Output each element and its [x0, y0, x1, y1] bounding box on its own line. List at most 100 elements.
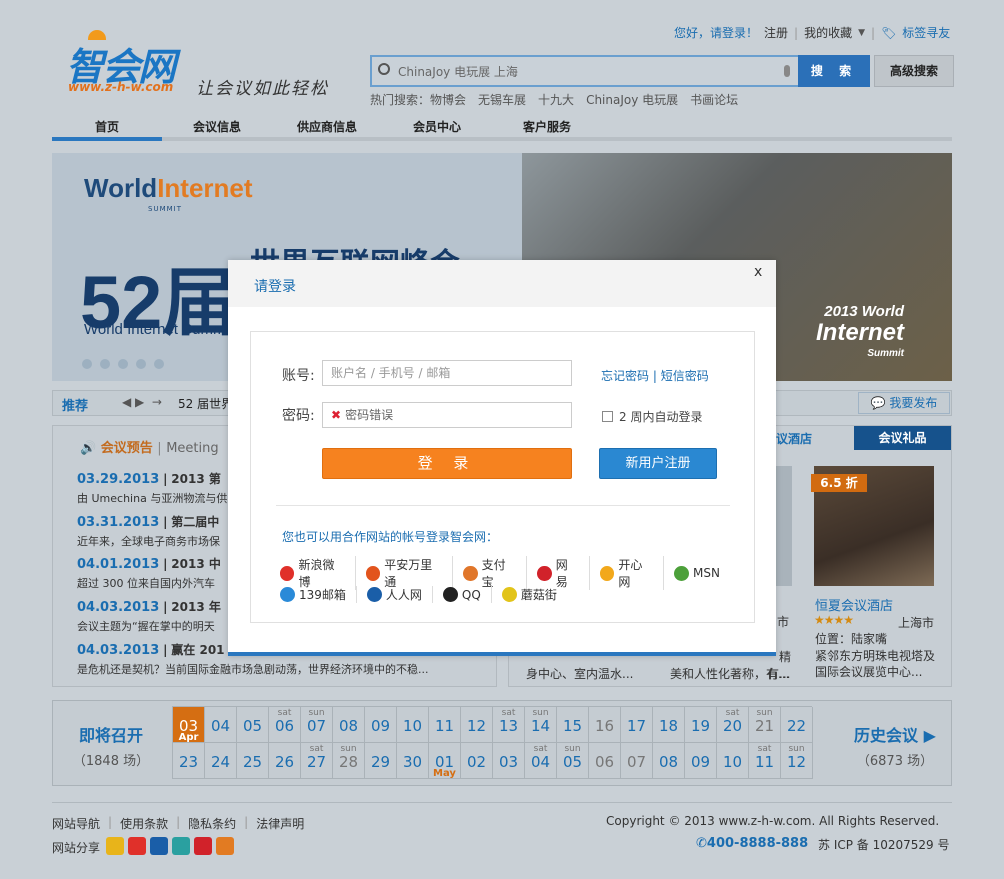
calendar-day[interactable]: sat 27 [301, 743, 333, 779]
account-input[interactable]: 账户名 / 手机号 / 邮箱 [322, 360, 572, 386]
chevron-down-icon[interactable]: ▼ [858, 28, 865, 38]
calendar-day[interactable]: sun 07 [301, 707, 333, 743]
hot-search-item[interactable]: ChinaJoy 电玩展 [586, 91, 678, 108]
calendar-day[interactable]: sun 21 [749, 707, 781, 743]
news-title[interactable]: 2013 中 [171, 557, 221, 571]
partner-login-mail139[interactable]: 139邮箱 [280, 586, 357, 603]
pager-arrows-icon[interactable]: ◀ ▶ → [122, 395, 162, 409]
tab-hotel[interactable]: 议酒店 [776, 430, 812, 447]
calendar-day-today[interactable]: 03 Apr [173, 707, 205, 743]
news-title[interactable]: 第二届中 [171, 515, 219, 529]
calendar-day[interactable]: 02 [461, 743, 493, 779]
kaixin-icon[interactable] [172, 837, 190, 855]
footer-link[interactable]: 隐私条约 [188, 815, 236, 832]
login-button[interactable]: 登 录 [322, 448, 572, 479]
remember-me[interactable]: 2 周内自动登录 [602, 408, 702, 425]
search-input[interactable]: ChinaJoy 电玩展 上海 [370, 55, 800, 87]
news-title[interactable]: 2013 年 [171, 600, 221, 614]
calendar-day[interactable]: 10 [397, 707, 429, 743]
history-block[interactable]: 历史会议 ▶ （6873 场） [840, 722, 950, 769]
partner-login-weibo[interactable]: 新浪微博 [280, 556, 356, 590]
nav-home[interactable]: 首页 [52, 117, 162, 141]
more-share-icon[interactable] [216, 837, 234, 855]
calendar-day[interactable]: 04 [205, 707, 237, 743]
partner-login-pingan[interactable]: 平安万里通 [365, 556, 454, 590]
footer-link[interactable]: 法律声明 [256, 815, 304, 832]
calendar-day[interactable]: sun 14 [525, 707, 557, 743]
calendar-day[interactable]: 03 [493, 743, 525, 779]
calendar-day[interactable]: 12 [461, 707, 493, 743]
recommend-text[interactable]: 52 届世界 [178, 395, 233, 412]
partner-login-netease[interactable]: 网易 [537, 556, 590, 590]
favorites-menu[interactable]: 我的收藏 [804, 24, 852, 41]
register-button[interactable]: 新用户注册 [599, 448, 717, 479]
calendar-day[interactable]: sat 06 [269, 707, 301, 743]
calendar-day[interactable]: sat 04 [525, 743, 557, 779]
qzone-icon[interactable] [106, 837, 124, 855]
calendar-day[interactable]: 09 [365, 707, 397, 743]
calendar-day[interactable]: 24 [205, 743, 237, 779]
carousel-dot[interactable] [136, 359, 146, 369]
nav-service[interactable]: 客户服务 [492, 117, 602, 137]
hot-search-item[interactable]: 十九大 [538, 91, 574, 108]
password-input[interactable]: ✖ 密码错误 [322, 402, 572, 428]
register-link[interactable]: 注册 [764, 24, 788, 41]
bookmark-link[interactable]: 标签寻友 [902, 24, 950, 41]
calendar-day[interactable]: sun 12 [781, 743, 813, 779]
calendar-day[interactable]: 09 [685, 743, 717, 779]
hot-search-item[interactable]: 书画论坛 [690, 91, 738, 108]
hot-search-item[interactable]: 无锡车展 [478, 91, 526, 108]
footer-link[interactable]: 网站导航 [52, 815, 100, 832]
calendar-day[interactable]: 22 [781, 707, 813, 743]
calendar-day[interactable]: 30 [397, 743, 429, 779]
nav-suppliers[interactable]: 供应商信息 [272, 117, 382, 137]
calendar-day[interactable]: 23 [173, 743, 205, 779]
calendar-day[interactable]: 08 [333, 707, 365, 743]
partner-login-qq[interactable]: QQ [442, 586, 492, 603]
calendar-day[interactable]: 11 [429, 707, 461, 743]
close-icon[interactable]: x [754, 264, 762, 280]
news-title[interactable]: 2013 第 [171, 472, 221, 486]
calendar-day[interactable]: sat 20 [717, 707, 749, 743]
nav-members[interactable]: 会员中心 [382, 117, 492, 137]
partner-login-renren[interactable]: 人人网 [366, 586, 433, 603]
hot-search-item[interactable]: 物博会 [430, 93, 466, 107]
carousel-dot[interactable] [118, 359, 128, 369]
advanced-search-button[interactable]: 高级搜索 [874, 55, 954, 87]
renren-icon[interactable] [150, 837, 168, 855]
calendar-day[interactable]: 17 [621, 707, 653, 743]
calendar-day[interactable]: 26 [269, 743, 301, 779]
partner-login-msn[interactable]: MSN [674, 556, 730, 590]
sms-password-link[interactable]: 短信密码 [661, 369, 709, 383]
upcoming-block[interactable]: 即将召开 （1848 场） [66, 722, 156, 769]
calendar-day[interactable]: 06 [589, 743, 621, 779]
calendar-day[interactable]: 19 [685, 707, 717, 743]
calendar-day[interactable]: 01 May [429, 743, 461, 779]
calendar-day[interactable]: 29 [365, 743, 397, 779]
partner-login-mogujie[interactable]: 蘑菇街 [501, 586, 567, 603]
calendar-day[interactable]: 16 [589, 707, 621, 743]
calendar-day[interactable]: 25 [237, 743, 269, 779]
calendar-day[interactable]: 10 [717, 743, 749, 779]
calendar-day[interactable]: 08 [653, 743, 685, 779]
hotel-name[interactable]: 恒夏会议酒店 [815, 595, 893, 614]
forgot-password-link[interactable]: 忘记密码 [601, 369, 649, 383]
footer-link[interactable]: 使用条款 [120, 815, 168, 832]
partner-login-alipay[interactable]: 支付宝 [463, 556, 528, 590]
netease-icon[interactable] [194, 837, 212, 855]
calendar-day[interactable]: sat 13 [493, 707, 525, 743]
carousel-dot[interactable] [82, 359, 92, 369]
calendar-day[interactable]: sun 05 [557, 743, 589, 779]
calendar-day[interactable]: sun 28 [333, 743, 365, 779]
login-link[interactable]: 您好，请登录！ [674, 24, 758, 41]
remember-checkbox[interactable] [602, 411, 613, 422]
publish-button[interactable]: 💬 我要发布 [858, 392, 950, 414]
calendar-day[interactable]: 15 [557, 707, 589, 743]
carousel-dot[interactable] [100, 359, 110, 369]
hotel-image-partial[interactable] [776, 466, 792, 586]
carousel-dot[interactable] [154, 359, 164, 369]
calendar-day[interactable]: 18 [653, 707, 685, 743]
calendar-day[interactable]: 07 [621, 743, 653, 779]
calendar-day[interactable]: sat 11 [749, 743, 781, 779]
tab-gift[interactable]: 会议礼品 [854, 426, 951, 450]
